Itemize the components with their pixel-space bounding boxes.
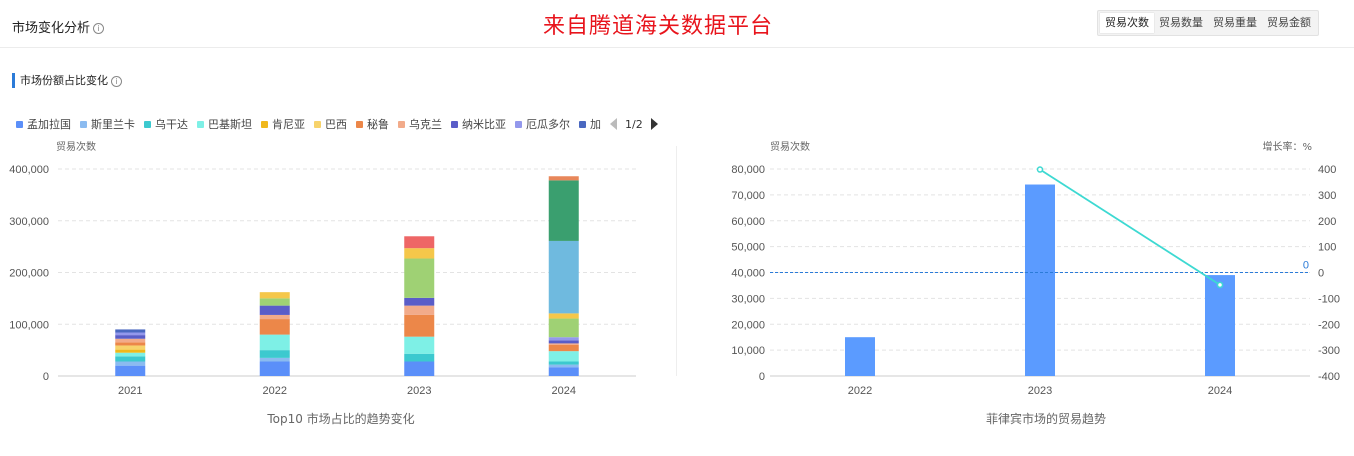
bar bbox=[1205, 275, 1235, 376]
chart-title: 菲律宾市场的贸易趋势 bbox=[986, 411, 1106, 426]
y2-tick-label: 300 bbox=[1318, 190, 1336, 202]
y-tick-label: 50,000 bbox=[731, 242, 765, 254]
bar-segment bbox=[548, 343, 579, 345]
y2-tick-label: -100 bbox=[1318, 293, 1340, 305]
bar-segment bbox=[259, 357, 290, 362]
bar-segment bbox=[259, 334, 290, 351]
tab-trade-count[interactable]: 贸易次数 bbox=[1100, 13, 1154, 33]
y-tick-label: 0 bbox=[43, 371, 49, 383]
y-tick-label: 60,000 bbox=[731, 216, 765, 228]
bar bbox=[1025, 184, 1055, 376]
bar-segment bbox=[115, 329, 146, 333]
chart-divider bbox=[676, 146, 677, 376]
growth-line bbox=[1039, 168, 1221, 286]
x-tick-label: 2021 bbox=[118, 385, 142, 397]
y2-tick-label: 400 bbox=[1318, 164, 1336, 176]
bar-segment bbox=[259, 298, 290, 306]
y2-tick-label: -300 bbox=[1318, 345, 1340, 357]
y2-tick-label: -400 bbox=[1318, 371, 1340, 383]
y2-tick-label: 200 bbox=[1318, 216, 1336, 228]
bar-segment bbox=[115, 349, 146, 353]
stacked-bar-chart: 贸易次数 0 100,000 200,000 300,000 400,000 2021 202… bbox=[9, 140, 636, 426]
bar-segment bbox=[548, 340, 579, 344]
x-tick-label: 2024 bbox=[1208, 385, 1232, 397]
bar-segment bbox=[115, 361, 146, 366]
bar-segment bbox=[548, 361, 579, 365]
y2-axis-label: 增长率：% bbox=[1262, 140, 1312, 153]
bar-segment bbox=[404, 314, 435, 337]
x-tick-label: 2022 bbox=[848, 385, 872, 397]
y-tick-label: 200,000 bbox=[9, 268, 49, 280]
bar-segment bbox=[548, 344, 579, 352]
bar-segment bbox=[548, 351, 579, 362]
bar-segment bbox=[404, 361, 435, 376]
y-tick-label: 20,000 bbox=[731, 319, 765, 331]
y-tick-label: 400,000 bbox=[9, 164, 49, 176]
x-tick-label: 2023 bbox=[1028, 385, 1052, 397]
growth-point bbox=[1036, 166, 1044, 173]
bar-segment bbox=[404, 353, 435, 362]
x-tick-label: 2023 bbox=[407, 385, 431, 397]
bar-segment bbox=[404, 336, 435, 354]
tab-trade-weight[interactable]: 贸易重量 bbox=[1208, 13, 1262, 33]
bar-segment bbox=[115, 365, 146, 376]
bar-segment bbox=[115, 356, 146, 362]
bar bbox=[845, 337, 875, 376]
bar-segment bbox=[259, 314, 290, 320]
y2-tick-label: -200 bbox=[1318, 319, 1340, 331]
bar-segment bbox=[404, 297, 435, 306]
tab-trade-quantity[interactable]: 贸易数量 bbox=[1154, 13, 1208, 33]
bar-segment bbox=[115, 338, 146, 343]
bar-segment bbox=[115, 332, 146, 336]
metric-tabs: 贸易次数 贸易数量 贸易重量 贸易金额 bbox=[1097, 10, 1319, 36]
bar-segment bbox=[259, 292, 290, 299]
bar-segment bbox=[259, 319, 290, 335]
bar-segment bbox=[548, 318, 579, 338]
y-tick-label: 70,000 bbox=[731, 190, 765, 202]
y-axis-label: 贸易次数 bbox=[770, 140, 810, 153]
bar-segment bbox=[548, 313, 579, 319]
bar-segment bbox=[115, 345, 146, 350]
y-tick-label: 40,000 bbox=[731, 268, 765, 280]
bar-segment bbox=[548, 240, 579, 314]
y-tick-label: 30,000 bbox=[731, 293, 765, 305]
bar-segment bbox=[548, 180, 579, 241]
bar-segment bbox=[548, 337, 579, 341]
y-axis-label: 贸易次数 bbox=[56, 140, 96, 153]
y-tick-label: 10,000 bbox=[731, 345, 765, 357]
bar-segment bbox=[404, 248, 435, 259]
bar-segment bbox=[548, 176, 579, 181]
x-tick-label: 2024 bbox=[552, 385, 576, 397]
bar-segment bbox=[259, 361, 290, 376]
zero-line-label: 0 bbox=[1303, 260, 1309, 272]
bar-segment bbox=[115, 352, 146, 357]
bar-segment bbox=[259, 305, 290, 315]
bar-segment bbox=[115, 342, 146, 346]
y2-tick-label: 100 bbox=[1318, 242, 1336, 254]
bar-segment bbox=[115, 335, 146, 339]
y-tick-label: 80,000 bbox=[731, 164, 765, 176]
bar-segment bbox=[548, 364, 579, 368]
y-tick-label: 0 bbox=[759, 371, 765, 383]
bar-segment bbox=[404, 236, 435, 249]
y2-tick-label: 0 bbox=[1318, 268, 1324, 280]
growth-point bbox=[1216, 281, 1224, 289]
y-tick-label: 300,000 bbox=[9, 216, 49, 228]
bar-segment bbox=[404, 305, 435, 315]
x-tick-label: 2022 bbox=[263, 385, 287, 397]
tab-trade-amount[interactable]: 贸易金额 bbox=[1262, 13, 1316, 33]
bar-segment bbox=[548, 367, 579, 376]
bar-segment bbox=[404, 258, 435, 298]
bar-segment bbox=[259, 350, 290, 358]
chart-title: Top10 市场占比的趋势变化 bbox=[266, 411, 414, 426]
y-tick-label: 100,000 bbox=[9, 319, 49, 331]
